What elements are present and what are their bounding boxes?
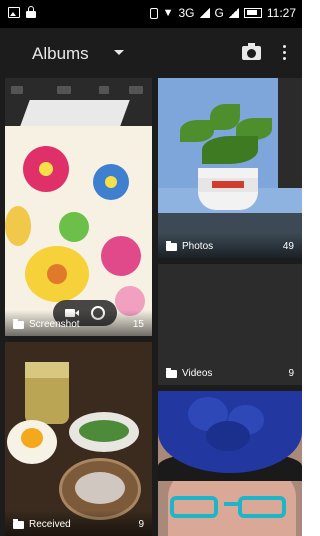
yolk bbox=[21, 428, 43, 448]
album-name: Photos bbox=[182, 241, 214, 252]
album-tile-selfie[interactable] bbox=[158, 391, 302, 536]
network-type-2: G bbox=[214, 6, 224, 20]
album-tile-photos[interactable]: Photos 49 bbox=[158, 78, 302, 258]
album-name: Received bbox=[29, 519, 71, 530]
plant-leaf bbox=[180, 120, 214, 142]
chevron-down-icon[interactable] bbox=[114, 50, 124, 55]
folder-icon bbox=[13, 518, 24, 529]
album-tile-received[interactable]: Received 9 bbox=[5, 342, 152, 536]
wifi-icon: ▼ bbox=[162, 7, 174, 19]
cucumber-dish bbox=[79, 420, 129, 442]
camera-icon[interactable] bbox=[242, 43, 261, 60]
window-frame bbox=[278, 78, 302, 188]
drink-glass bbox=[25, 362, 69, 424]
plant-leaf bbox=[202, 136, 258, 164]
album-count: 15 bbox=[132, 319, 144, 330]
action-bar: Albums bbox=[0, 28, 302, 78]
folder-icon bbox=[13, 318, 24, 329]
album-count: 9 bbox=[288, 368, 294, 379]
folder-icon bbox=[166, 240, 177, 251]
battery-icon bbox=[243, 8, 262, 18]
dumplings bbox=[75, 472, 125, 504]
gallery-screen: ▼ 3G G 11:27 Albums Screenshot 15 Photos… bbox=[0, 0, 302, 536]
album-label: Videos bbox=[166, 367, 213, 379]
signal-icon-2 bbox=[228, 8, 239, 18]
album-tile-videos[interactable]: Videos 9 bbox=[158, 264, 302, 385]
album-name: Videos bbox=[182, 368, 213, 379]
folder-icon bbox=[166, 367, 177, 378]
blue-hat bbox=[158, 391, 302, 473]
network-type: 3G bbox=[178, 6, 195, 20]
album-count: 9 bbox=[138, 519, 144, 530]
status-bar: ▼ 3G G 11:27 bbox=[0, 0, 302, 28]
plant-pot bbox=[198, 168, 258, 210]
lock-icon bbox=[26, 6, 36, 18]
clock: 11:27 bbox=[266, 6, 296, 20]
album-tile-screenshot[interactable]: Screenshot 15 bbox=[5, 78, 152, 336]
album-label: Screenshot bbox=[13, 318, 80, 330]
album-label: Photos bbox=[166, 240, 214, 252]
album-label: Received bbox=[13, 518, 71, 530]
signal-icon bbox=[199, 8, 210, 18]
album-name: Screenshot bbox=[29, 319, 80, 330]
keyboard-photo bbox=[5, 78, 152, 126]
overflow-menu-icon[interactable] bbox=[283, 45, 287, 61]
image-icon bbox=[8, 6, 20, 18]
vibrate-icon bbox=[149, 7, 158, 19]
album-count: 49 bbox=[282, 241, 294, 252]
album-view-spinner-label[interactable]: Albums bbox=[32, 44, 89, 64]
sunglasses bbox=[170, 496, 290, 518]
